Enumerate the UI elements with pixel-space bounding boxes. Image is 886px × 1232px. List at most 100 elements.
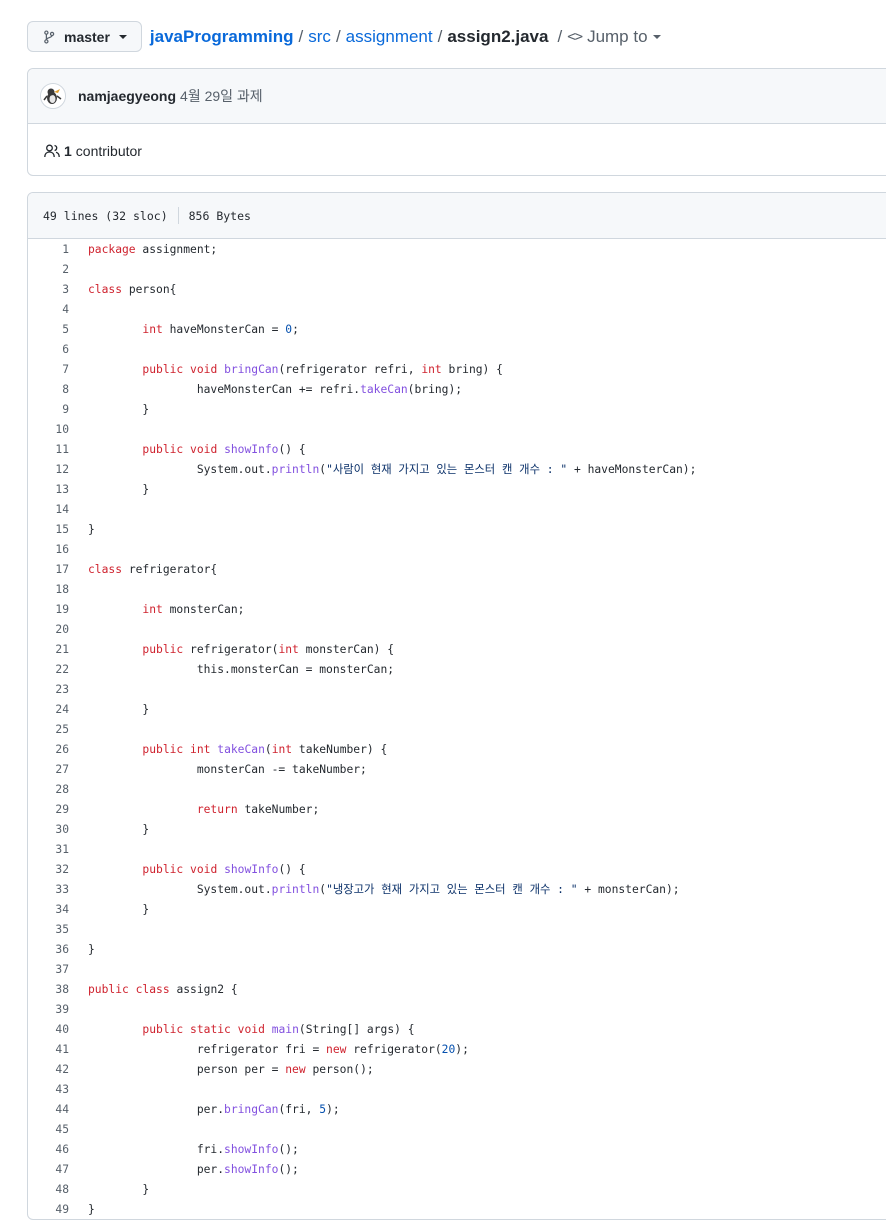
code-text: this.monsterCan = monsterCan; (88, 663, 395, 676)
code-line: 11 public void showInfo() { (28, 440, 886, 460)
jump-to-button[interactable]: / <> Jump to (557, 26, 661, 47)
code-text: } (88, 403, 150, 416)
code-line: 29 return takeNumber; (28, 800, 886, 820)
breadcrumb-assignment-link[interactable]: assignment (346, 27, 433, 47)
code-line: 34 } (28, 900, 886, 920)
code-line: 25 (28, 720, 886, 740)
line-number[interactable]: 19 (28, 600, 69, 620)
contributors-row[interactable]: 1 contributor (28, 124, 886, 177)
commit-author-link[interactable]: namjaegyeong (78, 88, 176, 104)
code-line: 14 (28, 500, 886, 520)
line-number[interactable]: 43 (28, 1080, 69, 1100)
line-number[interactable]: 45 (28, 1120, 69, 1140)
line-number[interactable]: 14 (28, 500, 69, 520)
line-number[interactable]: 30 (28, 820, 69, 840)
code-line: 39 (28, 1000, 886, 1020)
line-number[interactable]: 34 (28, 900, 69, 920)
file-info-header: 49 lines (32 sloc) 856 Bytes (28, 193, 886, 239)
code-text: monsterCan -= takeNumber; (88, 763, 367, 776)
line-number[interactable]: 8 (28, 380, 69, 400)
line-number[interactable]: 40 (28, 1020, 69, 1040)
line-number[interactable]: 9 (28, 400, 69, 420)
avatar[interactable] (40, 83, 66, 109)
line-number[interactable]: 21 (28, 640, 69, 660)
line-number[interactable]: 37 (28, 960, 69, 980)
line-number[interactable]: 22 (28, 660, 69, 680)
line-number[interactable]: 15 (28, 520, 69, 540)
jump-to-label: Jump to (587, 26, 648, 46)
line-number[interactable]: 27 (28, 760, 69, 780)
line-number[interactable]: 11 (28, 440, 69, 460)
line-number[interactable]: 17 (28, 560, 69, 580)
line-number[interactable]: 47 (28, 1160, 69, 1180)
people-icon (44, 144, 60, 157)
code-text: } (88, 903, 150, 916)
code-line: 10 (28, 420, 886, 440)
file-viewer: 49 lines (32 sloc) 856 Bytes 1 package as… (27, 192, 886, 1220)
code-text: package assignment; (88, 243, 218, 256)
code-line: 20 (28, 620, 886, 640)
branch-select-button[interactable]: master (27, 21, 142, 52)
code-line: 17 class refrigerator{ (28, 560, 886, 580)
line-number[interactable]: 26 (28, 740, 69, 760)
code-line: 22 this.monsterCan = monsterCan; (28, 660, 886, 680)
line-number[interactable]: 18 (28, 580, 69, 600)
line-number[interactable]: 13 (28, 480, 69, 500)
breadcrumb-repo-link[interactable]: javaProgramming (150, 27, 294, 47)
code-line: 35 (28, 920, 886, 940)
line-number[interactable]: 31 (28, 840, 69, 860)
code-line: 2 (28, 260, 886, 280)
line-number[interactable]: 6 (28, 340, 69, 360)
line-number[interactable]: 39 (28, 1000, 69, 1020)
line-number[interactable]: 7 (28, 360, 69, 380)
line-number[interactable]: 12 (28, 460, 69, 480)
breadcrumb-separator: / (437, 26, 443, 46)
line-number[interactable]: 20 (28, 620, 69, 640)
line-number[interactable]: 1 (28, 240, 69, 260)
caret-down-icon (118, 34, 127, 39)
line-number[interactable]: 35 (28, 920, 69, 940)
line-number[interactable]: 23 (28, 680, 69, 700)
line-number[interactable]: 49 (28, 1200, 69, 1219)
line-number[interactable]: 48 (28, 1180, 69, 1200)
line-number[interactable]: 41 (28, 1040, 69, 1060)
line-number[interactable]: 2 (28, 260, 69, 280)
line-number[interactable]: 28 (28, 780, 69, 800)
line-number[interactable]: 5 (28, 320, 69, 340)
code-icon: <> (567, 28, 583, 45)
code-line: 30 } (28, 820, 886, 840)
line-number[interactable]: 10 (28, 420, 69, 440)
line-number[interactable]: 33 (28, 880, 69, 900)
commit-message-link[interactable]: 4월 29일 과제 (180, 86, 263, 106)
line-number[interactable]: 38 (28, 980, 69, 1000)
code-line: 4 (28, 300, 886, 320)
line-number[interactable]: 24 (28, 700, 69, 720)
line-number[interactable]: 46 (28, 1140, 69, 1160)
line-number[interactable]: 29 (28, 800, 69, 820)
line-number[interactable]: 42 (28, 1060, 69, 1080)
breadcrumb-src-link[interactable]: src (308, 27, 331, 47)
code-line: 24 } (28, 700, 886, 720)
line-number[interactable]: 36 (28, 940, 69, 960)
line-number[interactable]: 3 (28, 280, 69, 300)
line-number[interactable]: 44 (28, 1100, 69, 1120)
divider (177, 207, 179, 224)
code-text: public class assign2 { (88, 983, 238, 996)
line-number[interactable]: 25 (28, 720, 69, 740)
line-number[interactable]: 32 (28, 860, 69, 880)
line-number[interactable]: 16 (28, 540, 69, 560)
branch-name: master (64, 28, 110, 45)
breadcrumb-separator: / (335, 26, 341, 46)
code-line: 46 fri.showInfo(); (28, 1140, 886, 1160)
contributor-label: contributor (75, 142, 142, 159)
caret-down-icon (652, 34, 661, 39)
git-branch-icon (44, 29, 55, 44)
line-number[interactable]: 4 (28, 300, 69, 320)
